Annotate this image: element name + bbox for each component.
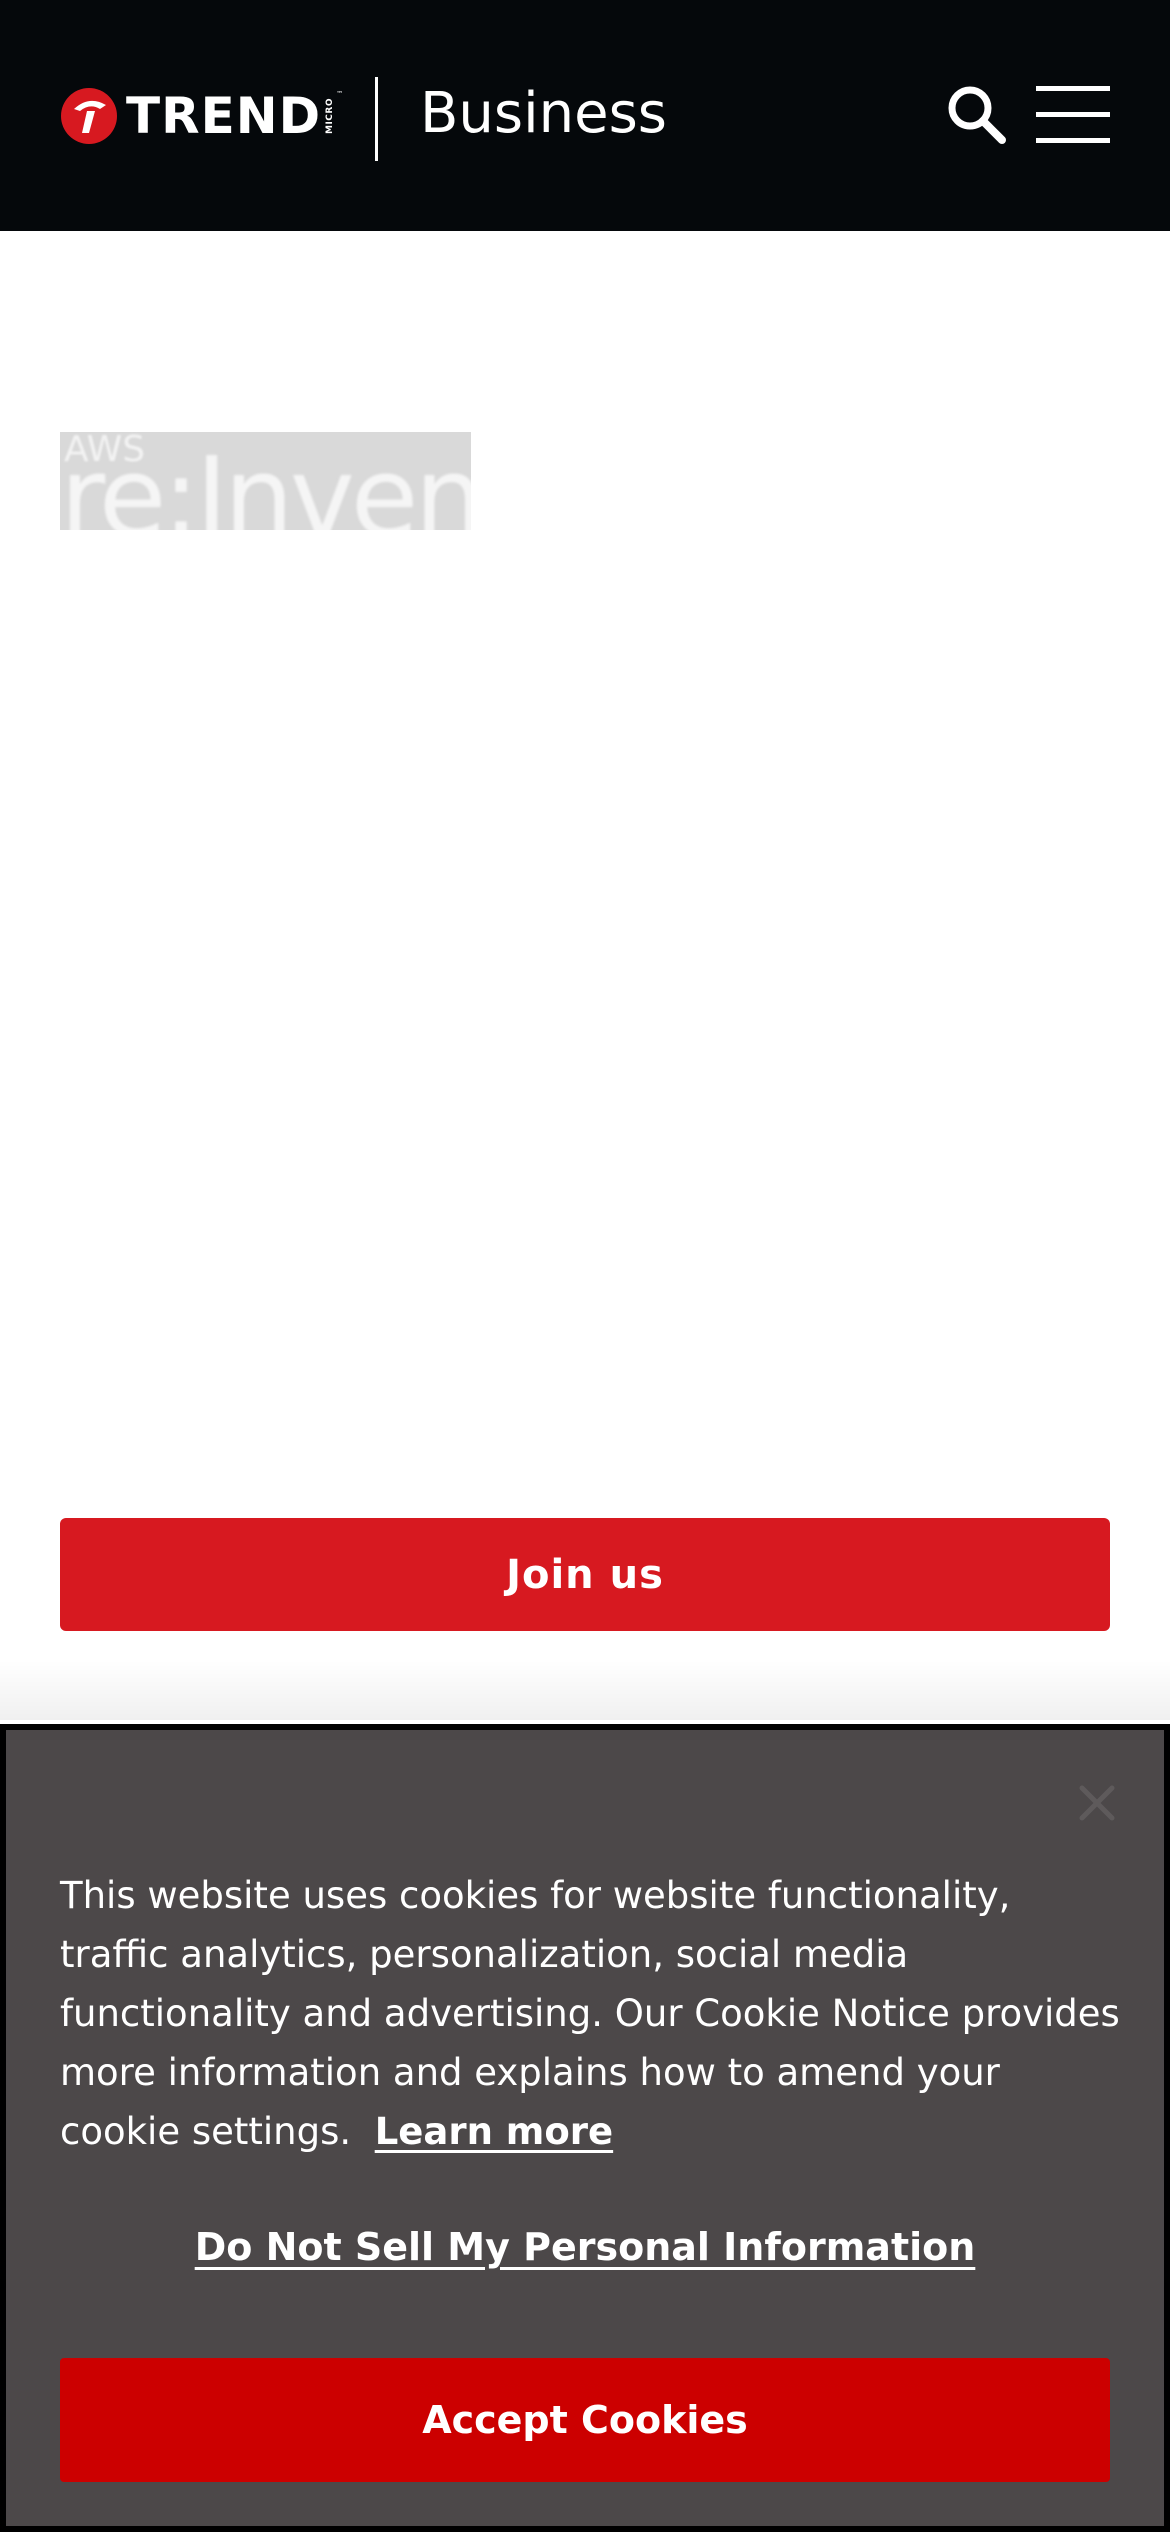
search-button[interactable] [944,82,1010,148]
search-icon [948,86,1006,144]
logo-trademark: ™ [336,90,344,98]
hamburger-menu-button[interactable] [1036,84,1110,144]
logo-micro-text: MICRO [325,98,336,134]
do-not-sell-link[interactable]: Do Not Sell My Personal Information [60,2218,1110,2276]
trend-micro-logo-icon [61,88,117,144]
menu-bar-middle [1036,112,1110,117]
logo-wordmark: TREND [126,87,322,145]
site-header: TREND MICRO ™ Business [0,0,1170,231]
cookie-close-button[interactable] [1076,1782,1118,1824]
event-logo-name: re:Invent [60,433,471,530]
cookie-message: This website uses cookies for website fu… [60,1866,1120,2161]
header-title: Business [420,81,667,146]
banner-shadow [0,1660,1170,1720]
header-divider [375,77,378,161]
menu-bar-bottom [1036,138,1110,143]
trend-micro-logo[interactable]: TREND MICRO ™ [60,84,343,148]
accept-cookies-button[interactable]: Accept Cookies [60,2358,1110,2482]
join-us-button[interactable]: Join us [60,1518,1110,1631]
menu-bar-top [1036,86,1110,91]
aws-reinvent-logo: AWS re:Invent [60,432,471,530]
learn-more-link[interactable]: Learn more [375,2110,613,2153]
close-icon [1079,1785,1115,1821]
